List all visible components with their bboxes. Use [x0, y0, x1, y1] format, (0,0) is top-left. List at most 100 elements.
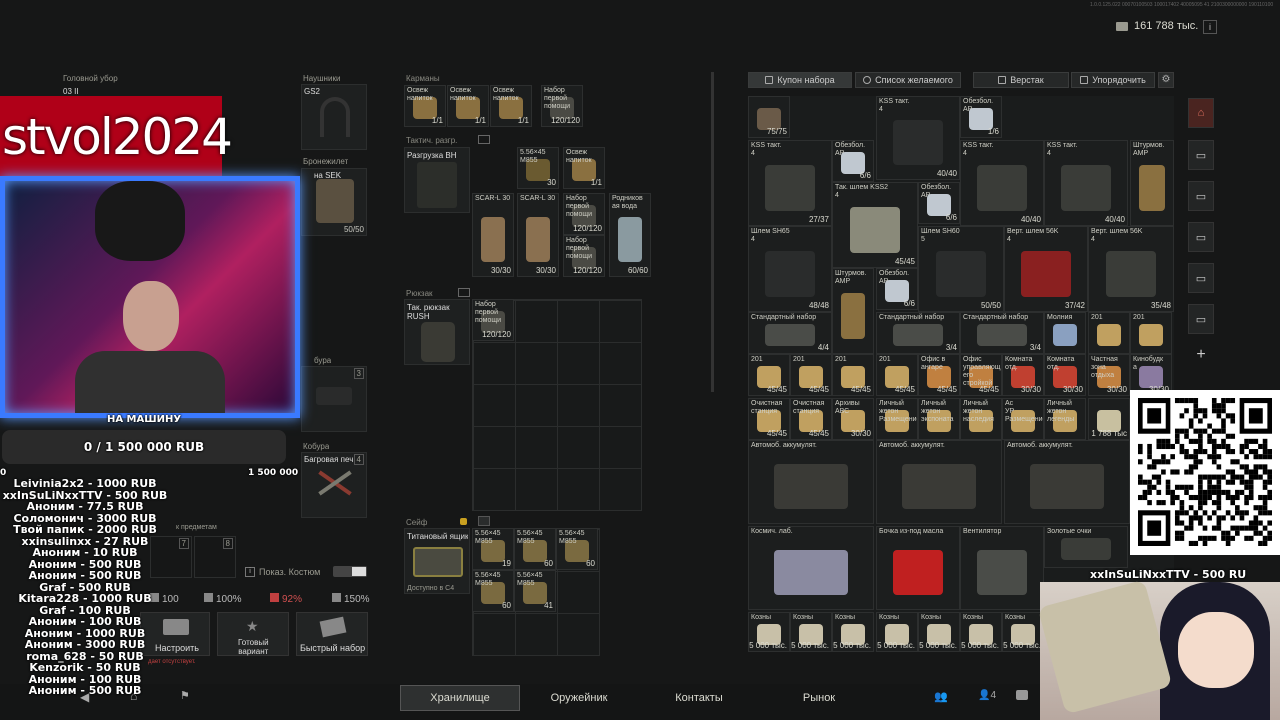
stash-item[interactable]: Обезбол. AP 6/6: [918, 182, 960, 224]
stash-tab-1[interactable]: Список желаемого: [855, 72, 961, 88]
flag-icon[interactable]: ⚑: [180, 689, 190, 702]
rig-settings-icon[interactable]: [478, 135, 490, 144]
stash-item[interactable]: Офис в ангаре 45/45: [918, 354, 960, 396]
rig-item[interactable]: SCAR-L 30 30/30: [517, 193, 559, 277]
pocket-item[interactable]: Набор первой помощи 120/120: [541, 85, 583, 127]
stash-page-1-button[interactable]: ▭: [1188, 140, 1214, 170]
stash-item[interactable]: Личный жетон Размещение: [876, 398, 918, 440]
rig-slot[interactable]: Разгрузка BH: [404, 147, 470, 213]
stash-item[interactable]: Личный жетон экспоната: [918, 398, 960, 440]
stash-item[interactable]: Обезбол. AP 6/6: [832, 140, 874, 182]
safe-pin-icon[interactable]: [478, 516, 490, 526]
inventory-scrollbar[interactable]: [711, 72, 714, 392]
stash-item[interactable]: Офис управляющ его стройкой 45/45: [960, 354, 1002, 396]
tab-contacts[interactable]: Контакты: [640, 685, 758, 711]
stash-page-4-button[interactable]: ▭: [1188, 263, 1214, 293]
stash-item[interactable]: Козны 5 000 тыс.: [790, 612, 832, 652]
stash-item[interactable]: 1 788 тыс: [1088, 398, 1130, 440]
tab-gunsmith[interactable]: Оружейник: [520, 685, 638, 711]
holster-top-slot[interactable]: 3: [301, 366, 367, 432]
stash-home-button[interactable]: ⌂: [1188, 98, 1214, 128]
stash-item[interactable]: Личный жетон легенды: [1044, 398, 1086, 440]
stash-item[interactable]: KSS такт. 4 40/40: [960, 140, 1044, 226]
stash-item[interactable]: KSS такт. 4 27/37: [748, 140, 832, 226]
safe-slot[interactable]: Титановый ящик Доступно в С4: [404, 528, 470, 594]
backpack-item[interactable]: Набор первой помощи 120/120: [472, 299, 514, 341]
stash-item[interactable]: Архивы АВС 30/30: [832, 398, 874, 440]
stash-item[interactable]: Шлем SH65 4 48/48: [748, 226, 832, 312]
stash-item[interactable]: 201 45/45: [748, 354, 790, 396]
pocket-item[interactable]: Освеж напиток 1/1: [447, 85, 489, 127]
stash-settings-button[interactable]: ⚙: [1158, 72, 1174, 88]
stash-item[interactable]: Золотые очки: [1044, 526, 1128, 568]
stash-item[interactable]: Частная зона отдыха 30/30: [1088, 354, 1130, 396]
safe-item[interactable]: 5.56×45 M855 41: [514, 570, 556, 612]
stash-item[interactable]: Верт. шлем 56K 4 37/42: [1004, 226, 1088, 312]
tab-stash[interactable]: Хранилище: [400, 685, 520, 711]
stash-item[interactable]: Стандартный набор 3/4: [960, 312, 1044, 354]
stash-item[interactable]: Верт. шлем 56K 4 35/48: [1088, 226, 1174, 312]
stash-item[interactable]: Автомоб. аккумулят.: [876, 440, 1002, 524]
slot-8[interactable]: 8: [194, 536, 236, 578]
stash-item[interactable]: Комната отд. 30/30: [1044, 354, 1086, 396]
stash-item[interactable]: Козны 5 000 тыс.: [1002, 612, 1044, 652]
stash-tab-0[interactable]: Купон набора: [748, 72, 852, 88]
stash-page-5-button[interactable]: ▭: [1188, 304, 1214, 334]
tab-market[interactable]: Рынок: [760, 685, 878, 711]
stash-item[interactable]: Козны 5 000 тыс.: [960, 612, 1002, 652]
stash-item[interactable]: Обезбол. AP 1/6: [960, 96, 1002, 138]
ready-kit-button[interactable]: ★ Готовый вариант: [217, 612, 289, 656]
stash-item[interactable]: Так. шлем KSS2 4 45/45: [832, 182, 918, 268]
stash-item[interactable]: 201 45/45: [832, 354, 874, 396]
rig-item[interactable]: 5.56×45 M855 30: [517, 147, 559, 189]
stash-item[interactable]: KSS такт. 4 40/40: [1044, 140, 1128, 226]
stash-tab-2[interactable]: Верстак: [973, 72, 1069, 88]
stash-item[interactable]: Штурмов. AMP: [1130, 140, 1174, 226]
stash-page-2-button[interactable]: ▭: [1188, 181, 1214, 211]
stash-item[interactable]: 201 45/45: [876, 354, 918, 396]
add-stash-page-button[interactable]: +: [1188, 340, 1214, 370]
stash-item[interactable]: Козны 5 000 тыс.: [876, 612, 918, 652]
stash-item[interactable]: 201: [1088, 312, 1130, 354]
stash-item[interactable]: Обезбол. AP 6/6: [876, 268, 918, 310]
stash-item[interactable]: Космич. лаб.: [748, 526, 874, 610]
safe-item[interactable]: 5.56×45 M855 60: [556, 528, 598, 570]
stash-item[interactable]: KSS такт. 4 40/40: [876, 96, 960, 180]
team-icon[interactable]: 👥: [934, 690, 948, 703]
stash-item[interactable]: Очистная станция 45/45: [790, 398, 832, 440]
stash-item[interactable]: 75/75: [748, 96, 790, 138]
stash-item[interactable]: Козны 5 000 тыс.: [832, 612, 874, 652]
stash-item[interactable]: Стандартный набор 4/4: [748, 312, 832, 354]
stash-item[interactable]: Молния: [1044, 312, 1086, 354]
chat-icon[interactable]: [1016, 690, 1028, 700]
armor-slot[interactable]: на SEK 50/50: [301, 168, 367, 236]
info-icon[interactable]: i: [1203, 20, 1217, 34]
safe-item[interactable]: 5.56×45 M855 19: [472, 528, 514, 570]
friends-icon[interactable]: 👤4: [978, 690, 996, 701]
safe-item[interactable]: 5.56×45 M855 60: [514, 528, 556, 570]
stash-item[interactable]: Штурмов. AMP: [832, 268, 874, 354]
stash-page-3-button[interactable]: ▭: [1188, 222, 1214, 252]
rig-item[interactable]: Набор первой помощи 120/120: [563, 193, 605, 235]
rig-item[interactable]: Набор первой помощи 120/120: [563, 235, 605, 277]
rig-item[interactable]: SCAR-L 30 30/30: [472, 193, 514, 277]
stash-item[interactable]: 201 45/45: [790, 354, 832, 396]
stash-item[interactable]: Шлем SH60 5 50/50: [918, 226, 1004, 312]
quick-kit-button[interactable]: Быстрый набор: [296, 612, 368, 656]
stash-item[interactable]: Стандартный набор 3/4: [876, 312, 960, 354]
backpack-settings-icon[interactable]: [458, 288, 470, 297]
stash-item[interactable]: Комната отд. 30/30: [1002, 354, 1044, 396]
stash-item[interactable]: Бочка из-под масла: [876, 526, 960, 610]
costume-toggle[interactable]: [333, 566, 367, 577]
stash-item[interactable]: Личный жетон наследия: [960, 398, 1002, 440]
stash-item[interactable]: Козны 5 000 тыс.: [748, 612, 790, 652]
pocket-item[interactable]: Освеж напиток 1/1: [490, 85, 532, 127]
holster-slot[interactable]: Багровая печ. 4: [301, 452, 367, 518]
stash-item[interactable]: 201: [1130, 312, 1172, 354]
stash-item[interactable]: Ас УР Размещение: [1002, 398, 1044, 440]
stash-item[interactable]: Козны 5 000 тыс.: [918, 612, 960, 652]
rig-item[interactable]: Освеж напиток 1/1: [563, 147, 605, 189]
pocket-item[interactable]: Освеж напиток 1/1: [404, 85, 446, 127]
earpiece-slot[interactable]: GS2: [301, 84, 367, 150]
rig-item[interactable]: Родников ая вода 60/60: [609, 193, 651, 277]
